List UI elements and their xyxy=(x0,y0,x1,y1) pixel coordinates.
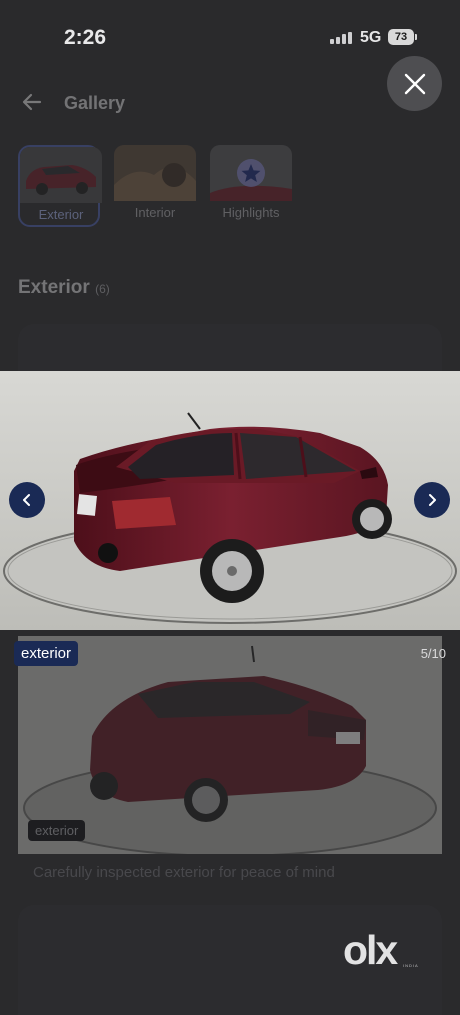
status-bar: 2:26 5G 73 xyxy=(0,0,460,70)
tab-highlights[interactable]: Highlights xyxy=(210,145,292,227)
exterior-thumbnail xyxy=(20,147,102,203)
gallery-header: Gallery xyxy=(0,80,460,126)
page-title: Gallery xyxy=(64,93,126,113)
section-title: Exterior xyxy=(18,277,90,298)
battery-icon: 73 xyxy=(388,29,417,45)
highlights-thumbnail xyxy=(210,145,292,201)
olx-logo-subtext: INDIA xyxy=(403,963,419,968)
tab-label: Highlights xyxy=(222,205,280,220)
olx-logo-text: olx xyxy=(343,927,398,973)
next-image-button[interactable] xyxy=(414,482,450,518)
main-car-image[interactable] xyxy=(0,371,460,630)
network-type: 5G xyxy=(360,29,382,46)
chevron-left-icon xyxy=(23,494,30,506)
tab-exterior[interactable]: Exterior xyxy=(18,145,102,227)
interior-thumbnail xyxy=(114,145,196,201)
section-heading: Exterior (6) xyxy=(18,277,110,299)
previous-image-button[interactable] xyxy=(9,482,45,518)
tab-label: Exterior xyxy=(38,207,84,222)
olx-logo: olx INDIA xyxy=(343,928,427,972)
back-arrow-icon[interactable] xyxy=(20,90,44,114)
chevron-right-icon xyxy=(429,494,436,506)
image-counter: 5/10 xyxy=(420,646,446,661)
signal-icon xyxy=(330,32,352,44)
preview-caption: Carefully inspected exterior for peace o… xyxy=(33,864,335,881)
status-time: 2:26 xyxy=(64,26,107,49)
tab-interior[interactable]: Interior xyxy=(114,145,196,227)
tab-label: Interior xyxy=(134,205,176,220)
section-count: (6) xyxy=(95,282,110,296)
preview-tag: exterior xyxy=(28,820,86,841)
image-category-chip: exterior xyxy=(14,641,79,666)
